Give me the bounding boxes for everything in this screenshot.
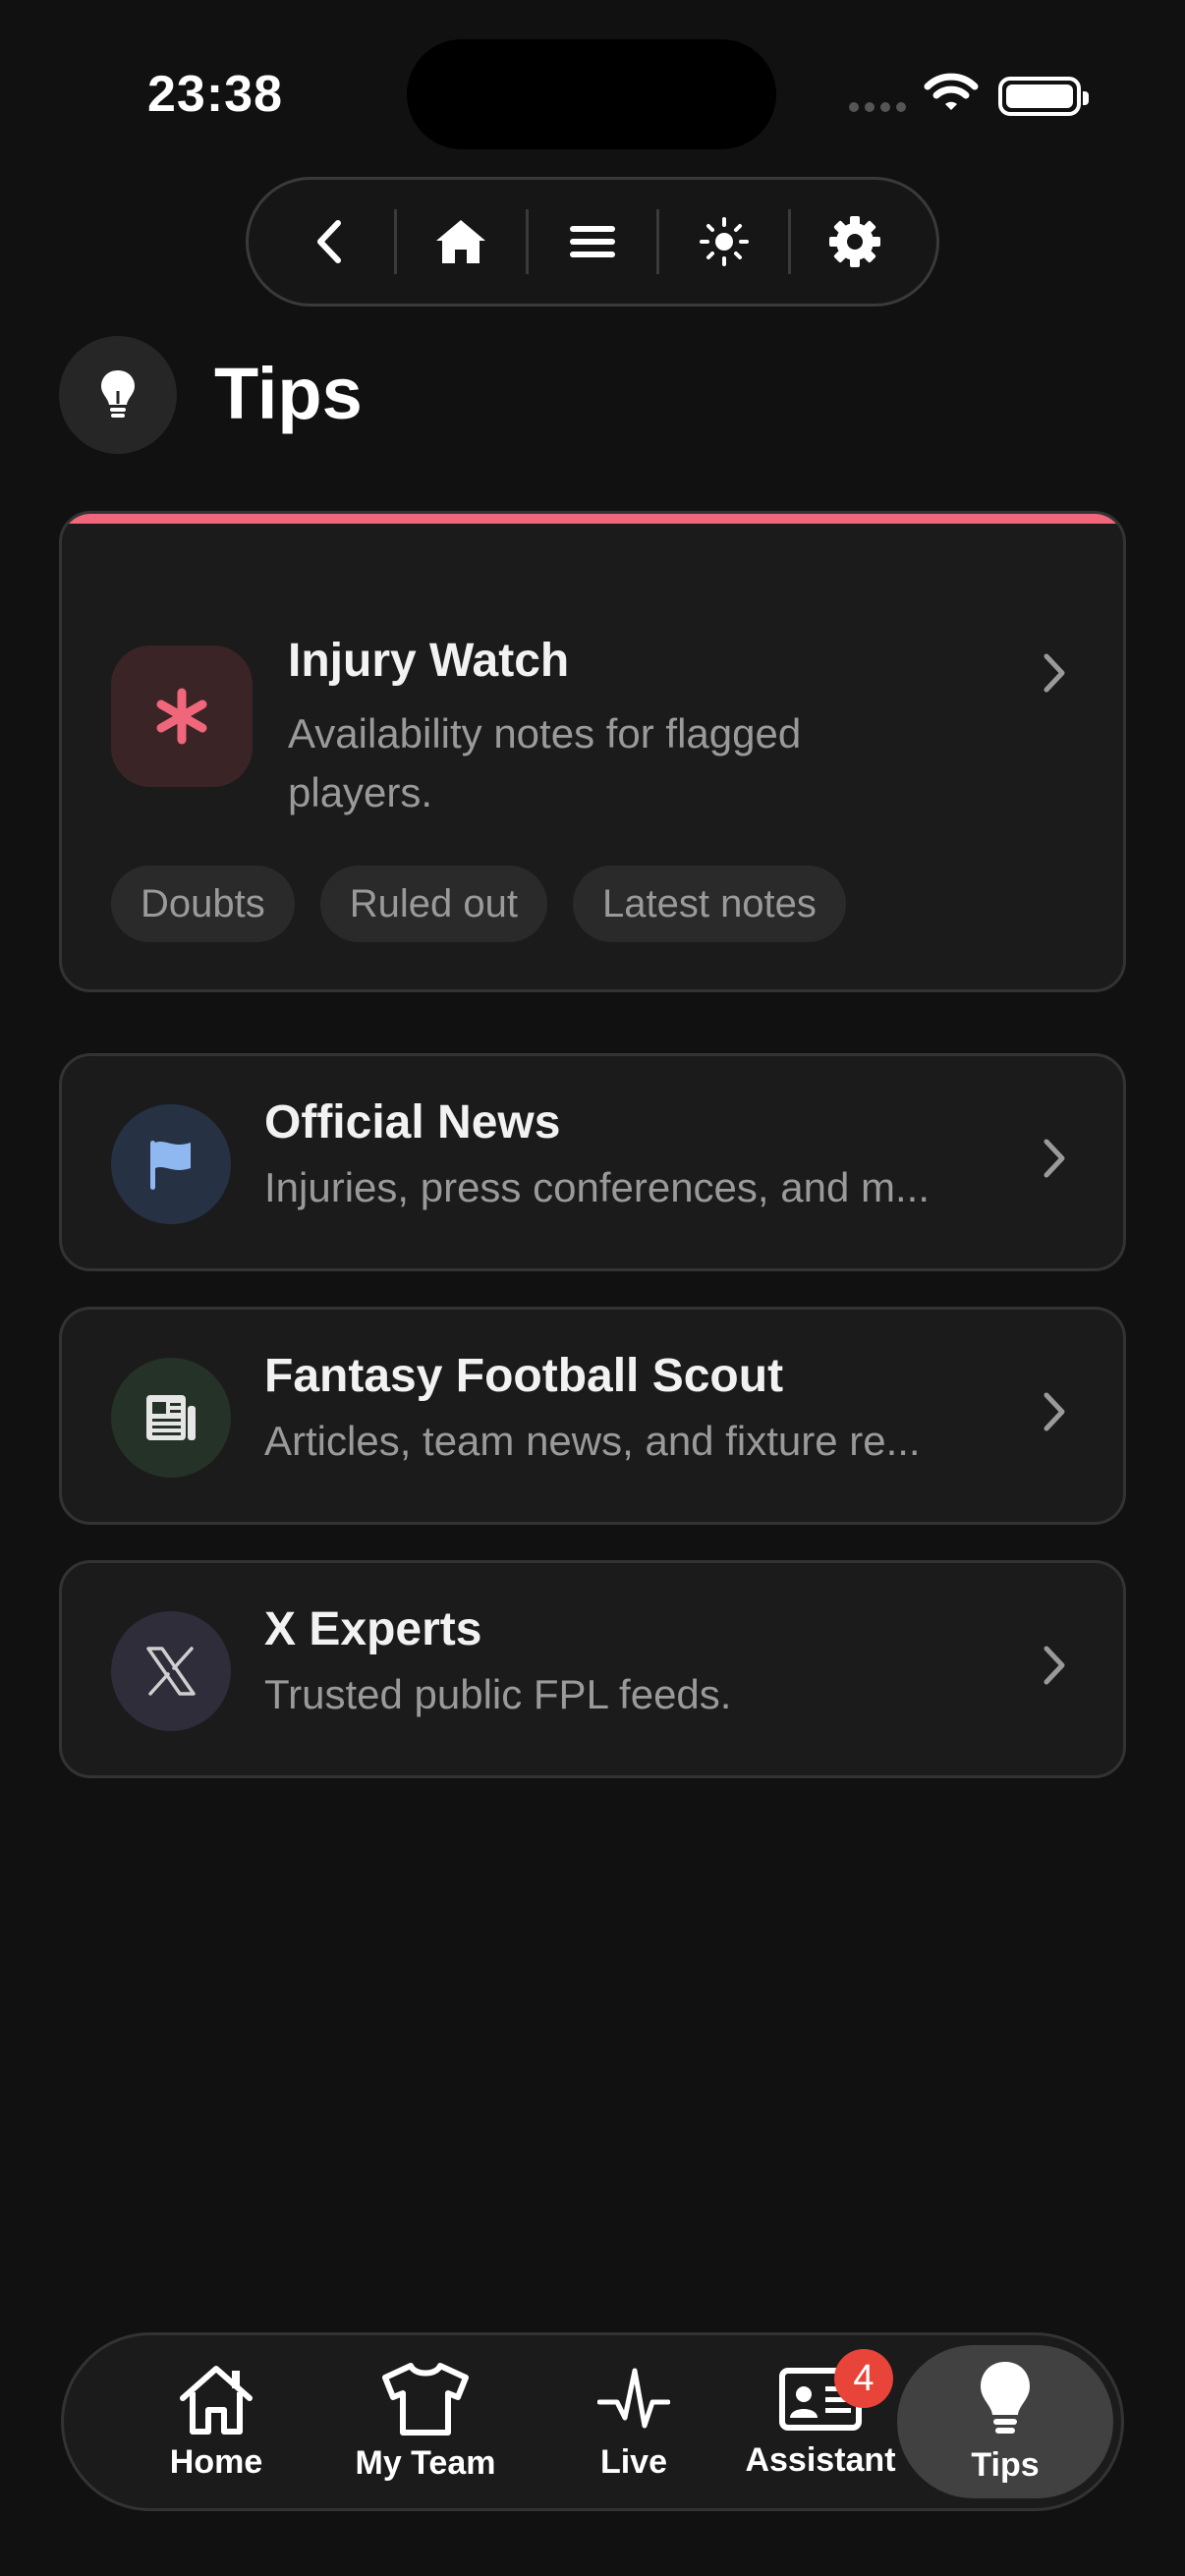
tab-label: Home <box>169 2442 263 2481</box>
home-icon <box>436 220 486 263</box>
chip-latest-notes[interactable]: Latest notes <box>572 866 846 942</box>
card-description: Articles, team news, and fixture re... <box>264 1418 921 1464</box>
pulse-icon <box>597 2368 670 2428</box>
x-experts-card[interactable]: X Experts Trusted public FPL feeds. <box>59 1560 1126 1778</box>
battery-icon <box>998 77 1089 116</box>
card-accent-bar <box>62 514 1123 524</box>
settings-icon <box>829 216 881 267</box>
toolbar-divider <box>656 209 660 274</box>
toolbar-divider <box>787 209 791 274</box>
brightness-icon <box>699 217 749 266</box>
page-icon <box>59 336 177 454</box>
official-news-icon-tile <box>111 1104 231 1224</box>
notification-badge: 4 <box>834 2349 893 2408</box>
page-title: Tips <box>214 353 363 434</box>
back-button[interactable] <box>291 202 369 281</box>
menu-button[interactable] <box>553 202 632 281</box>
chip-doubts[interactable]: Doubts <box>111 866 295 942</box>
x-logo-icon <box>146 1647 196 1696</box>
back-icon <box>316 220 341 263</box>
injury-icon-tile <box>111 645 253 787</box>
chip-row: Doubts Ruled out Latest notes <box>111 866 846 942</box>
lightbulb-icon <box>101 370 135 418</box>
bottom-tab-bar: Home My Team Live Assistant 4 Tips <box>61 2332 1124 2511</box>
chevron-right-icon <box>1044 1139 1065 1178</box>
tab-my-team[interactable]: My Team <box>317 2335 534 2508</box>
toolbar-divider <box>393 209 397 274</box>
lightbulb-icon <box>981 2361 1030 2434</box>
injury-watch-card[interactable]: Injury Watch Availability notes for flag… <box>59 511 1126 992</box>
chevron-right-icon <box>1044 653 1065 693</box>
menu-icon <box>569 226 615 257</box>
house-icon <box>180 2365 253 2435</box>
chevron-right-icon <box>1044 1646 1065 1685</box>
card-title: Injury Watch <box>288 635 570 687</box>
scout-icon-tile <box>111 1358 231 1478</box>
tab-label: My Team <box>355 2443 496 2482</box>
tab-label: Assistant <box>745 2440 896 2479</box>
tab-tips[interactable]: Tips <box>897 2335 1113 2508</box>
home-button[interactable] <box>422 202 500 281</box>
top-toolbar <box>246 177 939 307</box>
cellular-signal-icon <box>849 102 906 112</box>
asterisk-icon <box>156 688 207 745</box>
card-description: Trusted public FPL feeds. <box>264 1671 732 1717</box>
newspaper-icon <box>146 1395 196 1440</box>
tab-live[interactable]: Live <box>545 2335 722 2508</box>
fantasy-football-scout-card[interactable]: Fantasy Football Scout Articles, team ne… <box>59 1307 1126 1525</box>
card-title: X Experts <box>264 1603 482 1655</box>
chevron-right-icon <box>1044 1392 1065 1431</box>
chip-ruled-out[interactable]: Ruled out <box>319 866 547 942</box>
card-description: Injuries, press conferences, and m... <box>264 1164 930 1210</box>
theme-toggle-button[interactable] <box>685 202 763 281</box>
official-news-card[interactable]: Official News Injuries, press conference… <box>59 1053 1126 1271</box>
tab-label: Live <box>599 2442 668 2481</box>
card-description: Availability notes for flagged players. <box>288 710 802 815</box>
wifi-icon <box>924 73 979 110</box>
toolbar-divider <box>525 209 529 274</box>
dynamic-island <box>407 39 776 149</box>
status-time: 23:38 <box>147 66 283 123</box>
shirt-icon <box>382 2362 469 2436</box>
flag-icon <box>150 1141 191 1190</box>
tab-home[interactable]: Home <box>123 2335 310 2508</box>
card-title: Fantasy Football Scout <box>264 1350 784 1402</box>
x-experts-icon-tile <box>111 1611 231 1731</box>
tab-label: Tips <box>971 2445 1040 2484</box>
settings-button[interactable] <box>816 202 894 281</box>
tab-assistant[interactable]: Assistant <box>722 2335 919 2508</box>
card-title: Official News <box>264 1096 561 1148</box>
